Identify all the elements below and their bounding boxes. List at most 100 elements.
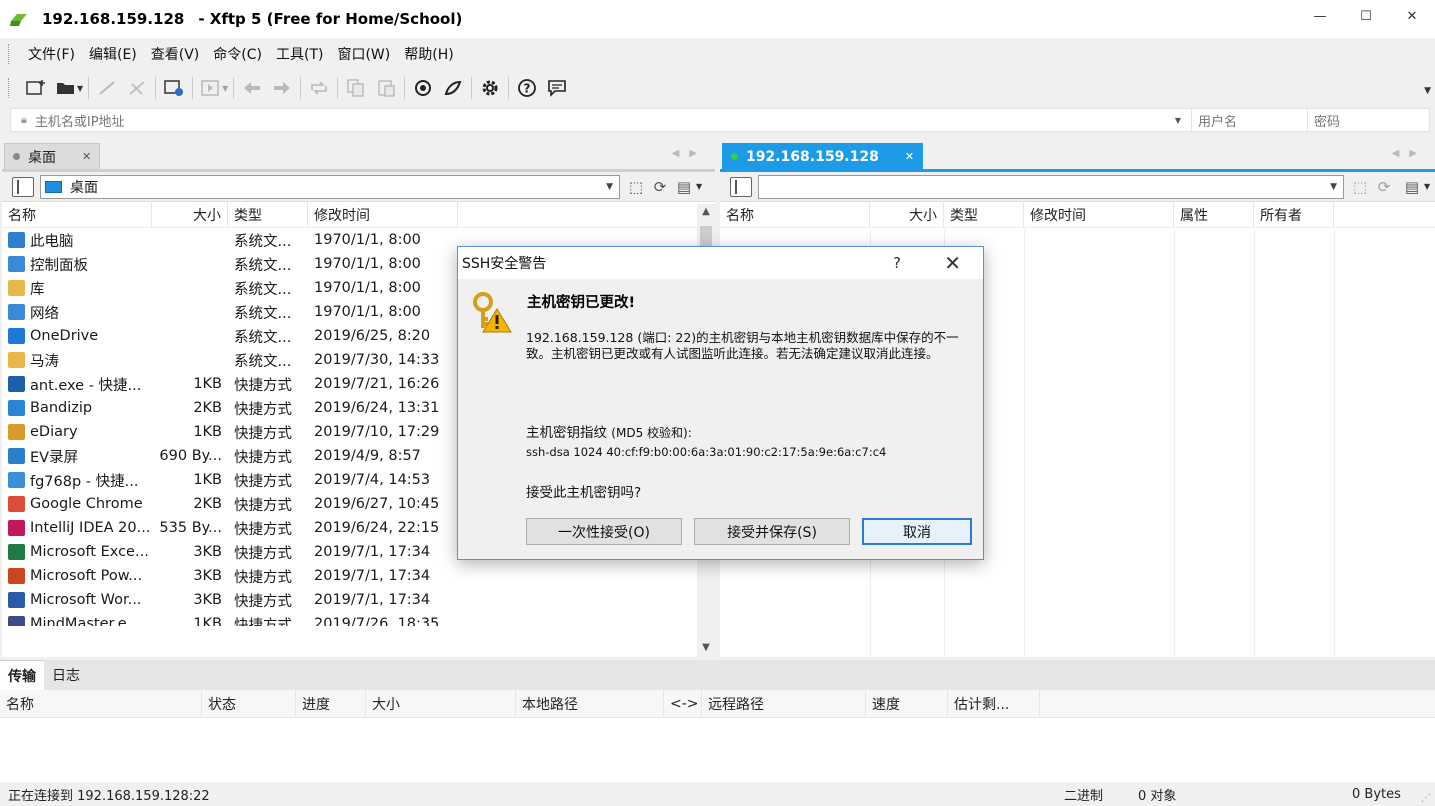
view-options-icon[interactable]: ▤ — [1400, 176, 1424, 198]
file-name-cell: Microsoft Pow... — [2, 564, 152, 588]
tab-remote-host[interactable]: 192.168.159.128 ✕ — [722, 143, 924, 169]
menu-command[interactable]: 命令(C) — [206, 44, 269, 64]
col-type[interactable]: 类型 — [228, 202, 308, 227]
tab-desktop[interactable]: 桌面 ✕ — [4, 143, 101, 169]
col-local-path[interactable]: 本地路径 — [516, 690, 664, 717]
host-dropdown-icon[interactable]: ▼ — [1175, 116, 1181, 125]
new-session-icon[interactable] — [21, 74, 51, 102]
col-remote-path[interactable]: 远程路径 — [702, 690, 866, 717]
view-dropdown-icon[interactable]: ▼ — [1424, 182, 1430, 191]
col-size[interactable]: 大小 — [366, 690, 516, 717]
maximize-button[interactable]: ☐ — [1343, 0, 1389, 32]
col-modified[interactable]: 修改时间 — [308, 202, 458, 227]
session-properties-icon[interactable] — [159, 74, 189, 102]
file-row[interactable]: Microsoft Wor... 3KB 快捷方式 2019/7/1, 17:34 — [2, 588, 715, 612]
tab-scroll-arrows-icon[interactable]: ◀▶ — [672, 148, 707, 159]
col-name[interactable]: 名称 — [0, 690, 202, 717]
dialog-close-button[interactable]: ✕ — [944, 251, 961, 275]
sync-icon[interactable] — [304, 74, 334, 102]
close-tab-icon[interactable]: ✕ — [905, 150, 914, 163]
close-tab-icon[interactable]: ✕ — [82, 150, 91, 163]
back-arrow-icon[interactable] — [237, 74, 267, 102]
menu-view[interactable]: 查看(V) — [144, 44, 207, 64]
host-input[interactable]: 🔒︎ 主机名或IP地址 ▼ — [11, 109, 1191, 131]
tab-transfer[interactable]: 传输 — [0, 660, 44, 690]
file-modified: 2019/7/1, 17:34 — [314, 568, 431, 584]
minimize-button[interactable]: — — [1297, 0, 1343, 32]
col-size[interactable]: 大小 — [870, 202, 944, 227]
col-speed[interactable]: 速度 — [866, 690, 948, 717]
path-dropdown-icon[interactable]: ▼ — [606, 182, 613, 192]
accept-once-button[interactable]: 一次性接受(O) — [526, 518, 682, 545]
col-type[interactable]: 类型 — [944, 202, 1024, 227]
tab-scroll-arrows-icon[interactable]: ◀▶ — [1392, 148, 1427, 159]
transfer-dropdown-icon[interactable]: ▼ — [222, 84, 228, 93]
view-options-icon[interactable]: ▤ — [672, 176, 696, 198]
parent-folder-icon[interactable]: ⬚ — [1348, 176, 1372, 198]
col-direction[interactable]: <-> — [664, 690, 702, 717]
gear-icon[interactable] — [475, 74, 505, 102]
open-dropdown-icon[interactable]: ▼ — [77, 84, 83, 93]
col-eta[interactable]: 估计剩... — [948, 690, 1040, 717]
username-input[interactable]: 用户名 — [1191, 109, 1307, 131]
refresh-icon[interactable]: ⟳ — [648, 176, 672, 198]
toggle-tree-icon[interactable] — [12, 176, 34, 197]
tab-log[interactable]: 日志 — [44, 660, 88, 690]
col-size[interactable]: 大小 — [152, 202, 228, 227]
accept-and-save-button[interactable]: 接受并保存(S) — [694, 518, 850, 545]
file-size — [152, 252, 228, 276]
view-dropdown-icon[interactable]: ▼ — [696, 182, 702, 191]
title-bar: 192.168.159.128 - Xftp 5 (Free for Home/… — [0, 0, 1435, 38]
col-owner[interactable]: 所有者 — [1254, 202, 1334, 227]
menu-tools[interactable]: 工具(T) — [269, 44, 330, 64]
menu-help[interactable]: 帮助(H) — [397, 44, 460, 64]
toggle-tree-icon[interactable] — [730, 176, 752, 197]
close-window-button[interactable]: ✕ — [1389, 0, 1435, 32]
paste-icon[interactable] — [371, 74, 401, 102]
tab-remote-label: 192.168.159.128 — [746, 148, 879, 165]
menu-window[interactable]: 窗口(W) — [330, 44, 397, 64]
col-name[interactable]: 名称 — [720, 202, 870, 227]
forward-arrow-icon[interactable] — [267, 74, 297, 102]
col-progress[interactable]: 进度 — [296, 690, 366, 717]
tab-connected-dot — [731, 153, 738, 160]
toolbar-separator — [155, 77, 157, 99]
scroll-up-icon[interactable]: ▲ — [697, 206, 715, 217]
toolbar-overflow-icon[interactable]: ▼ — [1424, 86, 1431, 96]
file-modified: 2019/7/21, 16:26 — [314, 376, 440, 392]
dialog-help-button[interactable]: ? — [893, 254, 901, 272]
parent-folder-icon[interactable]: ⬚ — [624, 176, 648, 198]
col-name[interactable]: 名称 — [2, 202, 152, 227]
file-modified: 2019/7/10, 17:29 — [314, 424, 440, 440]
desktop-icon — [45, 180, 62, 193]
powerpoint-icon — [8, 568, 25, 584]
transfer-panel: 传输 日志 名称 状态 进度 大小 本地路径 <-> 远程路径 速度 估计剩..… — [0, 660, 1435, 782]
connect-icon[interactable] — [92, 74, 122, 102]
path-dropdown-icon[interactable]: ▼ — [1330, 182, 1337, 192]
resize-grip-icon[interactable]: ⋰ — [1421, 793, 1431, 804]
file-name: fg768p - 快捷... — [30, 473, 139, 490]
file-row[interactable]: Microsoft Pow... 3KB 快捷方式 2019/7/1, 17:34 — [2, 564, 715, 588]
scroll-down-icon[interactable]: ▼ — [697, 642, 715, 653]
col-status[interactable]: 状态 — [202, 690, 296, 717]
local-path-combo[interactable]: 桌面 ▼ — [40, 174, 620, 199]
menu-file[interactable]: 文件(F) — [21, 44, 82, 64]
file-name-cell: fg768p - 快捷... — [2, 468, 152, 492]
col-attributes[interactable]: 属性 — [1174, 202, 1254, 227]
xftp-feature-icon[interactable] — [438, 74, 468, 102]
refresh-icon[interactable]: ⟳ — [1372, 176, 1396, 198]
file-modified: 1970/1/1, 8:00 — [314, 256, 421, 272]
menu-edit[interactable]: 编辑(E) — [82, 44, 144, 64]
copy-icon[interactable] — [341, 74, 371, 102]
file-name: 控制面板 — [30, 257, 88, 274]
cancel-button[interactable]: 取消 — [862, 518, 972, 545]
xshell-icon[interactable] — [408, 74, 438, 102]
help-icon[interactable]: ? — [512, 74, 542, 102]
chat-icon[interactable] — [542, 74, 572, 102]
file-name-cell: ant.exe - 快捷... — [2, 372, 152, 396]
password-input[interactable]: 密码 — [1307, 109, 1429, 131]
col-modified[interactable]: 修改时间 — [1024, 202, 1174, 227]
disconnect-icon[interactable] — [122, 74, 152, 102]
file-row[interactable]: MindMaster.e... 1KB 快捷方式 2019/7/26, 18:35 — [2, 612, 715, 626]
remote-path-combo[interactable]: ▼ — [758, 174, 1344, 199]
